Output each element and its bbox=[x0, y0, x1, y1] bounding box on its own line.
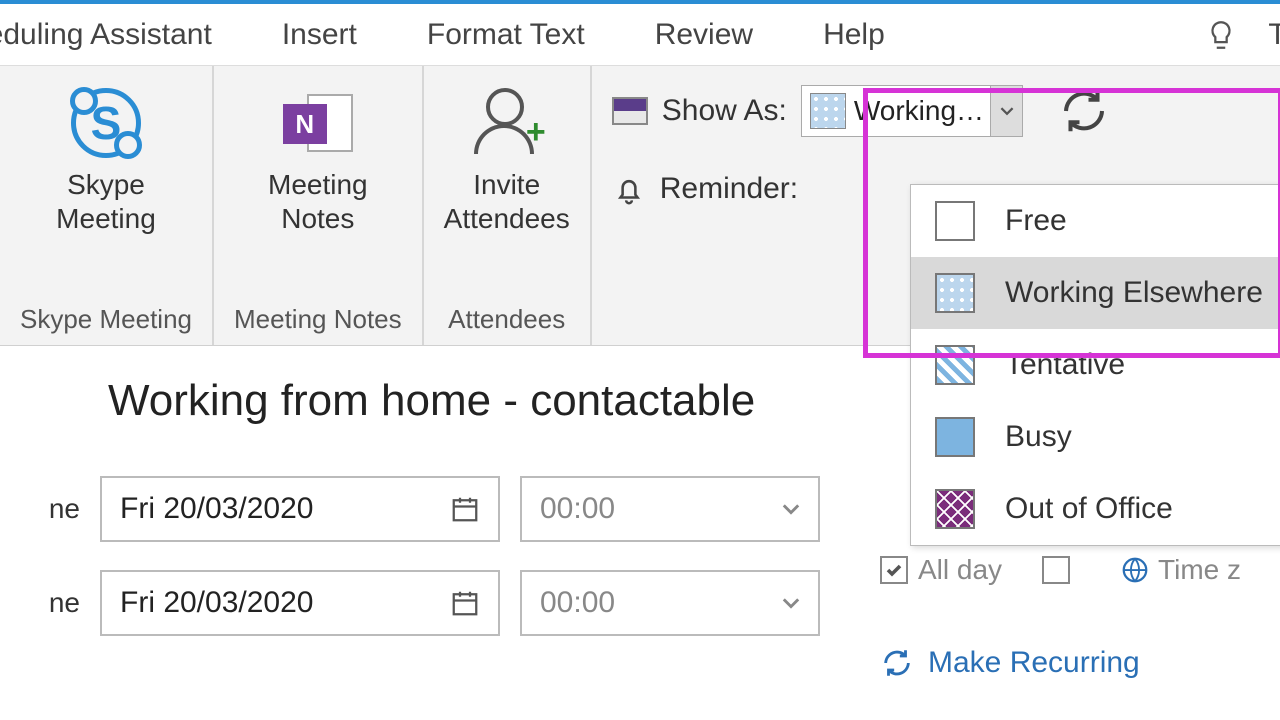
start-date-input[interactable]: Fri 20/03/2020 bbox=[100, 476, 500, 542]
tab-tell-me[interactable]: Te bbox=[1268, 18, 1280, 52]
skype-meeting-label: Skype Meeting bbox=[56, 168, 156, 235]
skype-meeting-button[interactable]: S Skype Meeting bbox=[56, 78, 156, 304]
end-date-input[interactable]: Fri 20/03/2020 bbox=[100, 570, 500, 636]
start-date-value: Fri 20/03/2020 bbox=[120, 492, 313, 526]
start-label: ne bbox=[30, 493, 80, 525]
group-skype-meeting: S Skype Meeting Skype Meeting bbox=[0, 66, 214, 345]
date-options-row: All day Time z bbox=[880, 554, 1241, 586]
make-recurring-link[interactable]: Make Recurring bbox=[880, 646, 1140, 680]
timezone-checkbox[interactable] bbox=[1042, 556, 1070, 584]
end-date-value: Fri 20/03/2020 bbox=[120, 586, 313, 620]
free-swatch-icon bbox=[935, 201, 975, 241]
tab-help[interactable]: Help bbox=[823, 18, 885, 52]
tentative-swatch-icon bbox=[935, 345, 975, 385]
option-tentative-label: Tentative bbox=[1005, 348, 1125, 382]
group-label-skype: Skype Meeting bbox=[20, 304, 192, 339]
ribbon-tabs: heduling Assistant Insert Format Text Re… bbox=[0, 4, 1280, 66]
end-time-input[interactable]: 00:00 bbox=[520, 570, 820, 636]
busy-swatch-icon bbox=[935, 417, 975, 457]
tab-insert[interactable]: Insert bbox=[282, 18, 357, 52]
option-tentative[interactable]: Tentative bbox=[911, 329, 1280, 401]
show-as-icon bbox=[612, 97, 648, 125]
calendar-icon[interactable] bbox=[450, 588, 480, 618]
tab-review[interactable]: Review bbox=[655, 18, 753, 52]
invite-attendees-label: Invite Attendees bbox=[444, 168, 570, 235]
recurring-icon bbox=[880, 646, 914, 680]
start-time-input[interactable]: 00:00 bbox=[520, 476, 820, 542]
option-free[interactable]: Free bbox=[911, 185, 1280, 257]
lightbulb-icon[interactable] bbox=[1204, 18, 1238, 52]
start-time-value: 00:00 bbox=[540, 492, 615, 526]
onenote-icon: N bbox=[283, 88, 353, 158]
meeting-notes-button[interactable]: N Meeting Notes bbox=[268, 78, 368, 304]
skype-icon: S bbox=[71, 88, 141, 158]
show-as-dropdown-list: Free Working Elsewhere Tentative Busy Ou… bbox=[910, 184, 1280, 546]
group-attendees: + Invite Attendees Attendees bbox=[424, 66, 592, 345]
invite-attendees-icon: + bbox=[472, 88, 542, 158]
globe-icon bbox=[1120, 555, 1150, 585]
check-icon bbox=[884, 560, 904, 580]
option-busy-label: Busy bbox=[1005, 420, 1072, 454]
option-working-elsewhere[interactable]: Working Elsewhere bbox=[911, 257, 1280, 329]
timezone-label: Time z bbox=[1158, 554, 1241, 586]
make-recurring-label: Make Recurring bbox=[928, 646, 1140, 680]
group-label-attendees: Attendees bbox=[448, 304, 565, 339]
option-free-label: Free bbox=[1005, 204, 1067, 238]
show-as-label: Show As: bbox=[662, 94, 787, 128]
recurrence-icon[interactable] bbox=[1057, 84, 1111, 138]
bell-icon bbox=[612, 172, 646, 206]
chevron-down-icon[interactable] bbox=[782, 594, 800, 612]
show-as-dropdown[interactable]: Working… bbox=[801, 85, 1023, 137]
reminder-label: Reminder: bbox=[660, 172, 798, 206]
working-elsewhere-swatch-icon bbox=[935, 273, 975, 313]
all-day-label: All day bbox=[918, 554, 1002, 586]
chevron-down-icon[interactable] bbox=[990, 86, 1022, 136]
option-busy[interactable]: Busy bbox=[911, 401, 1280, 473]
show-as-swatch-icon bbox=[810, 93, 846, 129]
show-as-row: Show As: Working… bbox=[612, 84, 1260, 138]
all-day-checkbox[interactable] bbox=[880, 556, 908, 584]
chevron-down-icon[interactable] bbox=[782, 500, 800, 518]
option-out-of-office-label: Out of Office bbox=[1005, 492, 1173, 526]
group-label-notes: Meeting Notes bbox=[234, 304, 402, 339]
end-time-value: 00:00 bbox=[540, 586, 615, 620]
tab-format-text[interactable]: Format Text bbox=[427, 18, 585, 52]
invite-attendees-button[interactable]: + Invite Attendees bbox=[444, 78, 570, 304]
out-of-office-swatch-icon bbox=[935, 489, 975, 529]
show-as-value: Working… bbox=[854, 95, 990, 127]
tab-scheduling-assistant[interactable]: heduling Assistant bbox=[0, 18, 212, 52]
option-out-of-office[interactable]: Out of Office bbox=[911, 473, 1280, 545]
group-meeting-notes: N Meeting Notes Meeting Notes bbox=[214, 66, 424, 345]
meeting-notes-label: Meeting Notes bbox=[268, 168, 368, 235]
calendar-icon[interactable] bbox=[450, 494, 480, 524]
option-working-elsewhere-label: Working Elsewhere bbox=[1005, 276, 1263, 310]
end-label: ne bbox=[30, 587, 80, 619]
